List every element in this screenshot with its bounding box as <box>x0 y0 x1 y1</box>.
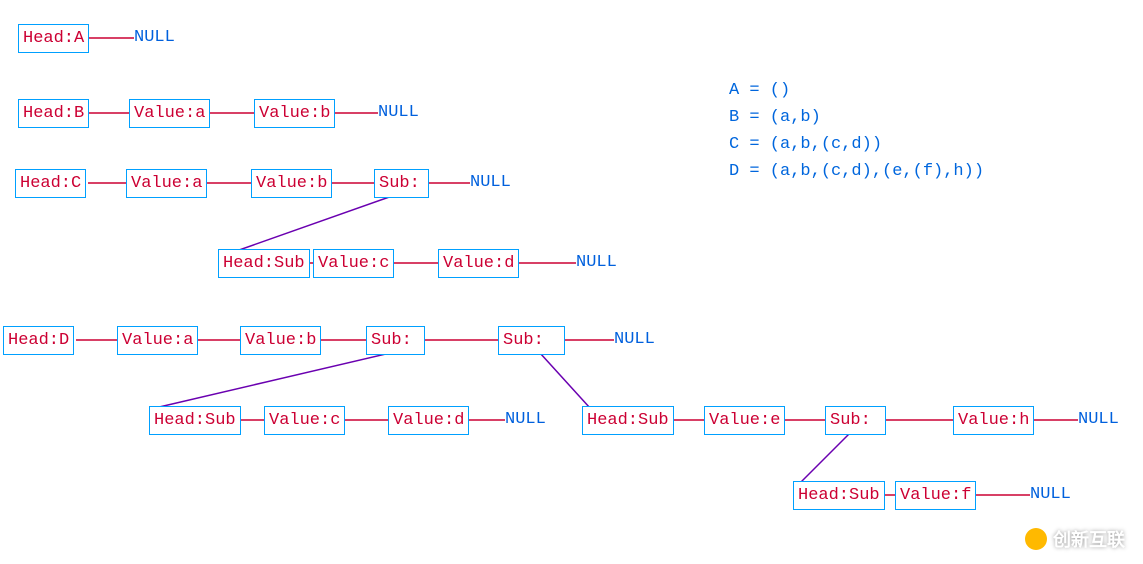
node-value-dd: Value:d <box>388 406 469 435</box>
node-head-b: Head:B <box>18 99 89 128</box>
node-head-csub: Head:Sub <box>218 249 310 278</box>
legend-b: B = (a,b) <box>729 108 821 127</box>
node-value-dh: Value:h <box>953 406 1034 435</box>
node-sub-d2: Sub: <box>498 326 565 355</box>
node-value-ca: Value:a <box>126 169 207 198</box>
node-value-df: Value:f <box>895 481 976 510</box>
node-value-de: Value:e <box>704 406 785 435</box>
node-sub-c: Sub: <box>374 169 429 198</box>
node-value-ba: Value:a <box>129 99 210 128</box>
node-value-cc: Value:c <box>313 249 394 278</box>
node-value-bb: Value:b <box>254 99 335 128</box>
legend-d: D = (a,b,(c,d),(e,(f),h)) <box>729 162 984 181</box>
legend-c: C = (a,b,(c,d)) <box>729 135 882 154</box>
watermark: 创新互联 <box>1025 526 1125 552</box>
watermark-text: 创新互联 <box>1053 526 1125 552</box>
node-value-dc: Value:c <box>264 406 345 435</box>
node-value-da: Value:a <box>117 326 198 355</box>
null-c: NULL <box>470 173 511 192</box>
null-d: NULL <box>614 330 655 349</box>
node-head-dsub3: Head:Sub <box>793 481 885 510</box>
watermark-logo-icon <box>1025 528 1047 550</box>
null-b: NULL <box>378 103 419 122</box>
node-head-dsub1: Head:Sub <box>149 406 241 435</box>
null-csub: NULL <box>576 253 617 272</box>
node-head-a: Head:A <box>18 24 89 53</box>
connectors <box>0 0 1143 564</box>
null-dsub1: NULL <box>505 410 546 429</box>
node-value-cd: Value:d <box>438 249 519 278</box>
node-sub-d1: Sub: <box>366 326 425 355</box>
legend-a: A = () <box>729 81 790 100</box>
null-dsub3: NULL <box>1030 485 1071 504</box>
node-head-c: Head:C <box>15 169 86 198</box>
node-value-cb: Value:b <box>251 169 332 198</box>
null-dsub2: NULL <box>1078 410 1119 429</box>
node-head-dsub2: Head:Sub <box>582 406 674 435</box>
node-value-db: Value:b <box>240 326 321 355</box>
node-sub-d3: Sub: <box>825 406 886 435</box>
node-head-d: Head:D <box>3 326 74 355</box>
null-a: NULL <box>134 28 175 47</box>
